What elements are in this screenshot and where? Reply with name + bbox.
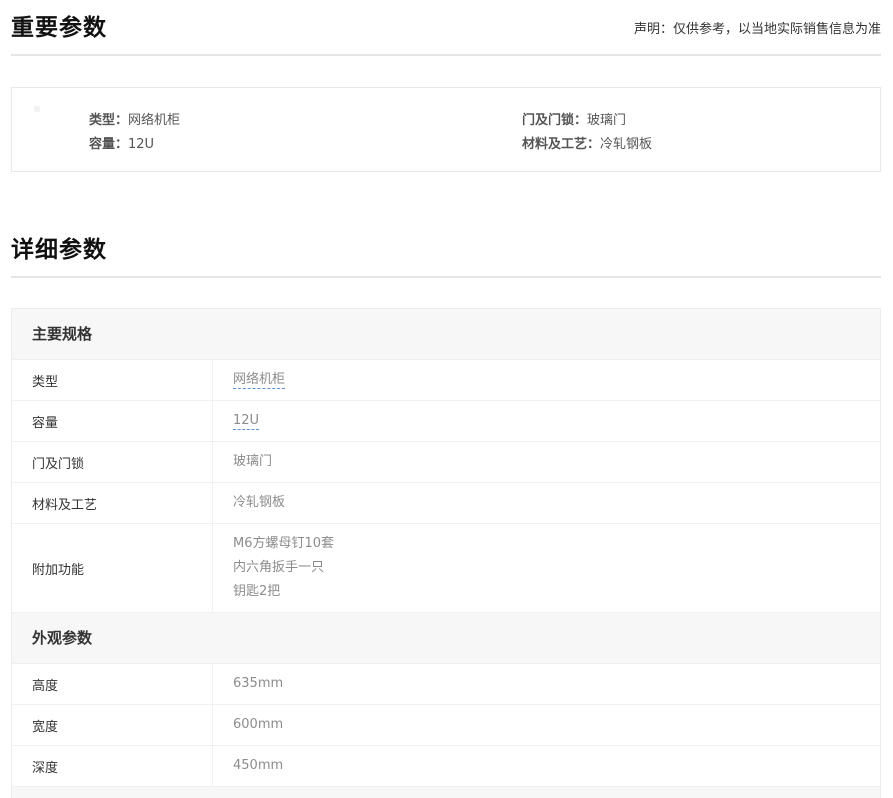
row-key: 容量 <box>12 401 213 441</box>
summary-value: 网络机柜 <box>128 113 181 128</box>
detail-params-title: 详细参数 <box>11 237 107 263</box>
table-row: 门及门锁 玻璃门 <box>12 442 880 483</box>
summary-item-capacity: 容量：12U <box>89 133 154 152</box>
capacity-value-link[interactable]: 12U <box>233 413 260 430</box>
detail-params-header: 详细参数 <box>11 222 881 278</box>
spec-table: 主要规格 类型 网络机柜 容量 12U 门及门锁 玻璃门 材料及工艺 冷轧钢板 … <box>11 308 881 798</box>
table-row: 深度 450mm <box>12 746 880 787</box>
row-value: 635mm <box>233 676 284 691</box>
row-value: 钥匙2把 <box>233 584 281 599</box>
row-key: 类型 <box>12 360 213 400</box>
row-value: M6方螺母钉10套 <box>233 536 335 551</box>
row-value: 450mm <box>233 758 284 773</box>
row-key: 深度 <box>12 746 213 786</box>
table-row: 宽度 600mm <box>12 705 880 746</box>
row-value: 600mm <box>233 717 284 732</box>
important-params-summary: 类型：网络机柜 容量：12U 门及门锁：玻璃门 材料及工艺：冷轧钢板 <box>11 87 881 172</box>
summary-key: 门及门锁： <box>522 113 588 128</box>
table-row: 高度 635mm <box>12 664 880 705</box>
table-bottom-strip <box>12 787 880 798</box>
row-key: 门及门锁 <box>12 442 213 482</box>
summary-value: 冷轧钢板 <box>600 137 653 152</box>
row-key: 材料及工艺 <box>12 483 213 523</box>
group-title-main-spec: 主要规格 <box>12 309 880 360</box>
table-row: 材料及工艺 冷轧钢板 <box>12 483 880 524</box>
table-row: 容量 12U <box>12 401 880 442</box>
summary-key: 容量： <box>89 137 129 152</box>
important-params-title: 重要参数 <box>11 15 107 41</box>
important-params-header: 重要参数 声明：仅供参考，以当地实际销售信息为准 <box>11 0 881 56</box>
summary-value: 玻璃门 <box>587 113 627 128</box>
table-row: 附加功能 M6方螺母钉10套 内六角扳手一只 钥匙2把 <box>12 524 880 613</box>
summary-item-door: 门及门锁：玻璃门 <box>522 109 626 128</box>
row-key: 宽度 <box>12 705 213 745</box>
summary-key: 类型： <box>89 113 129 128</box>
summary-key: 材料及工艺： <box>522 137 601 152</box>
product-thumbnail <box>34 106 40 112</box>
group-title-appearance: 外观参数 <box>12 613 880 664</box>
summary-item-type: 类型：网络机柜 <box>89 109 180 128</box>
table-row: 类型 网络机柜 <box>12 360 880 401</box>
row-key: 高度 <box>12 664 213 704</box>
row-key: 附加功能 <box>12 524 213 612</box>
row-value: 内六角扳手一只 <box>233 560 325 575</box>
summary-value: 12U <box>128 137 155 152</box>
row-value: 冷轧钢板 <box>233 495 286 510</box>
row-value: 玻璃门 <box>233 454 273 469</box>
disclaimer-text: 声明：仅供参考，以当地实际销售信息为准 <box>633 22 881 37</box>
type-value-link[interactable]: 网络机柜 <box>233 372 286 389</box>
summary-item-material: 材料及工艺：冷轧钢板 <box>522 133 652 152</box>
